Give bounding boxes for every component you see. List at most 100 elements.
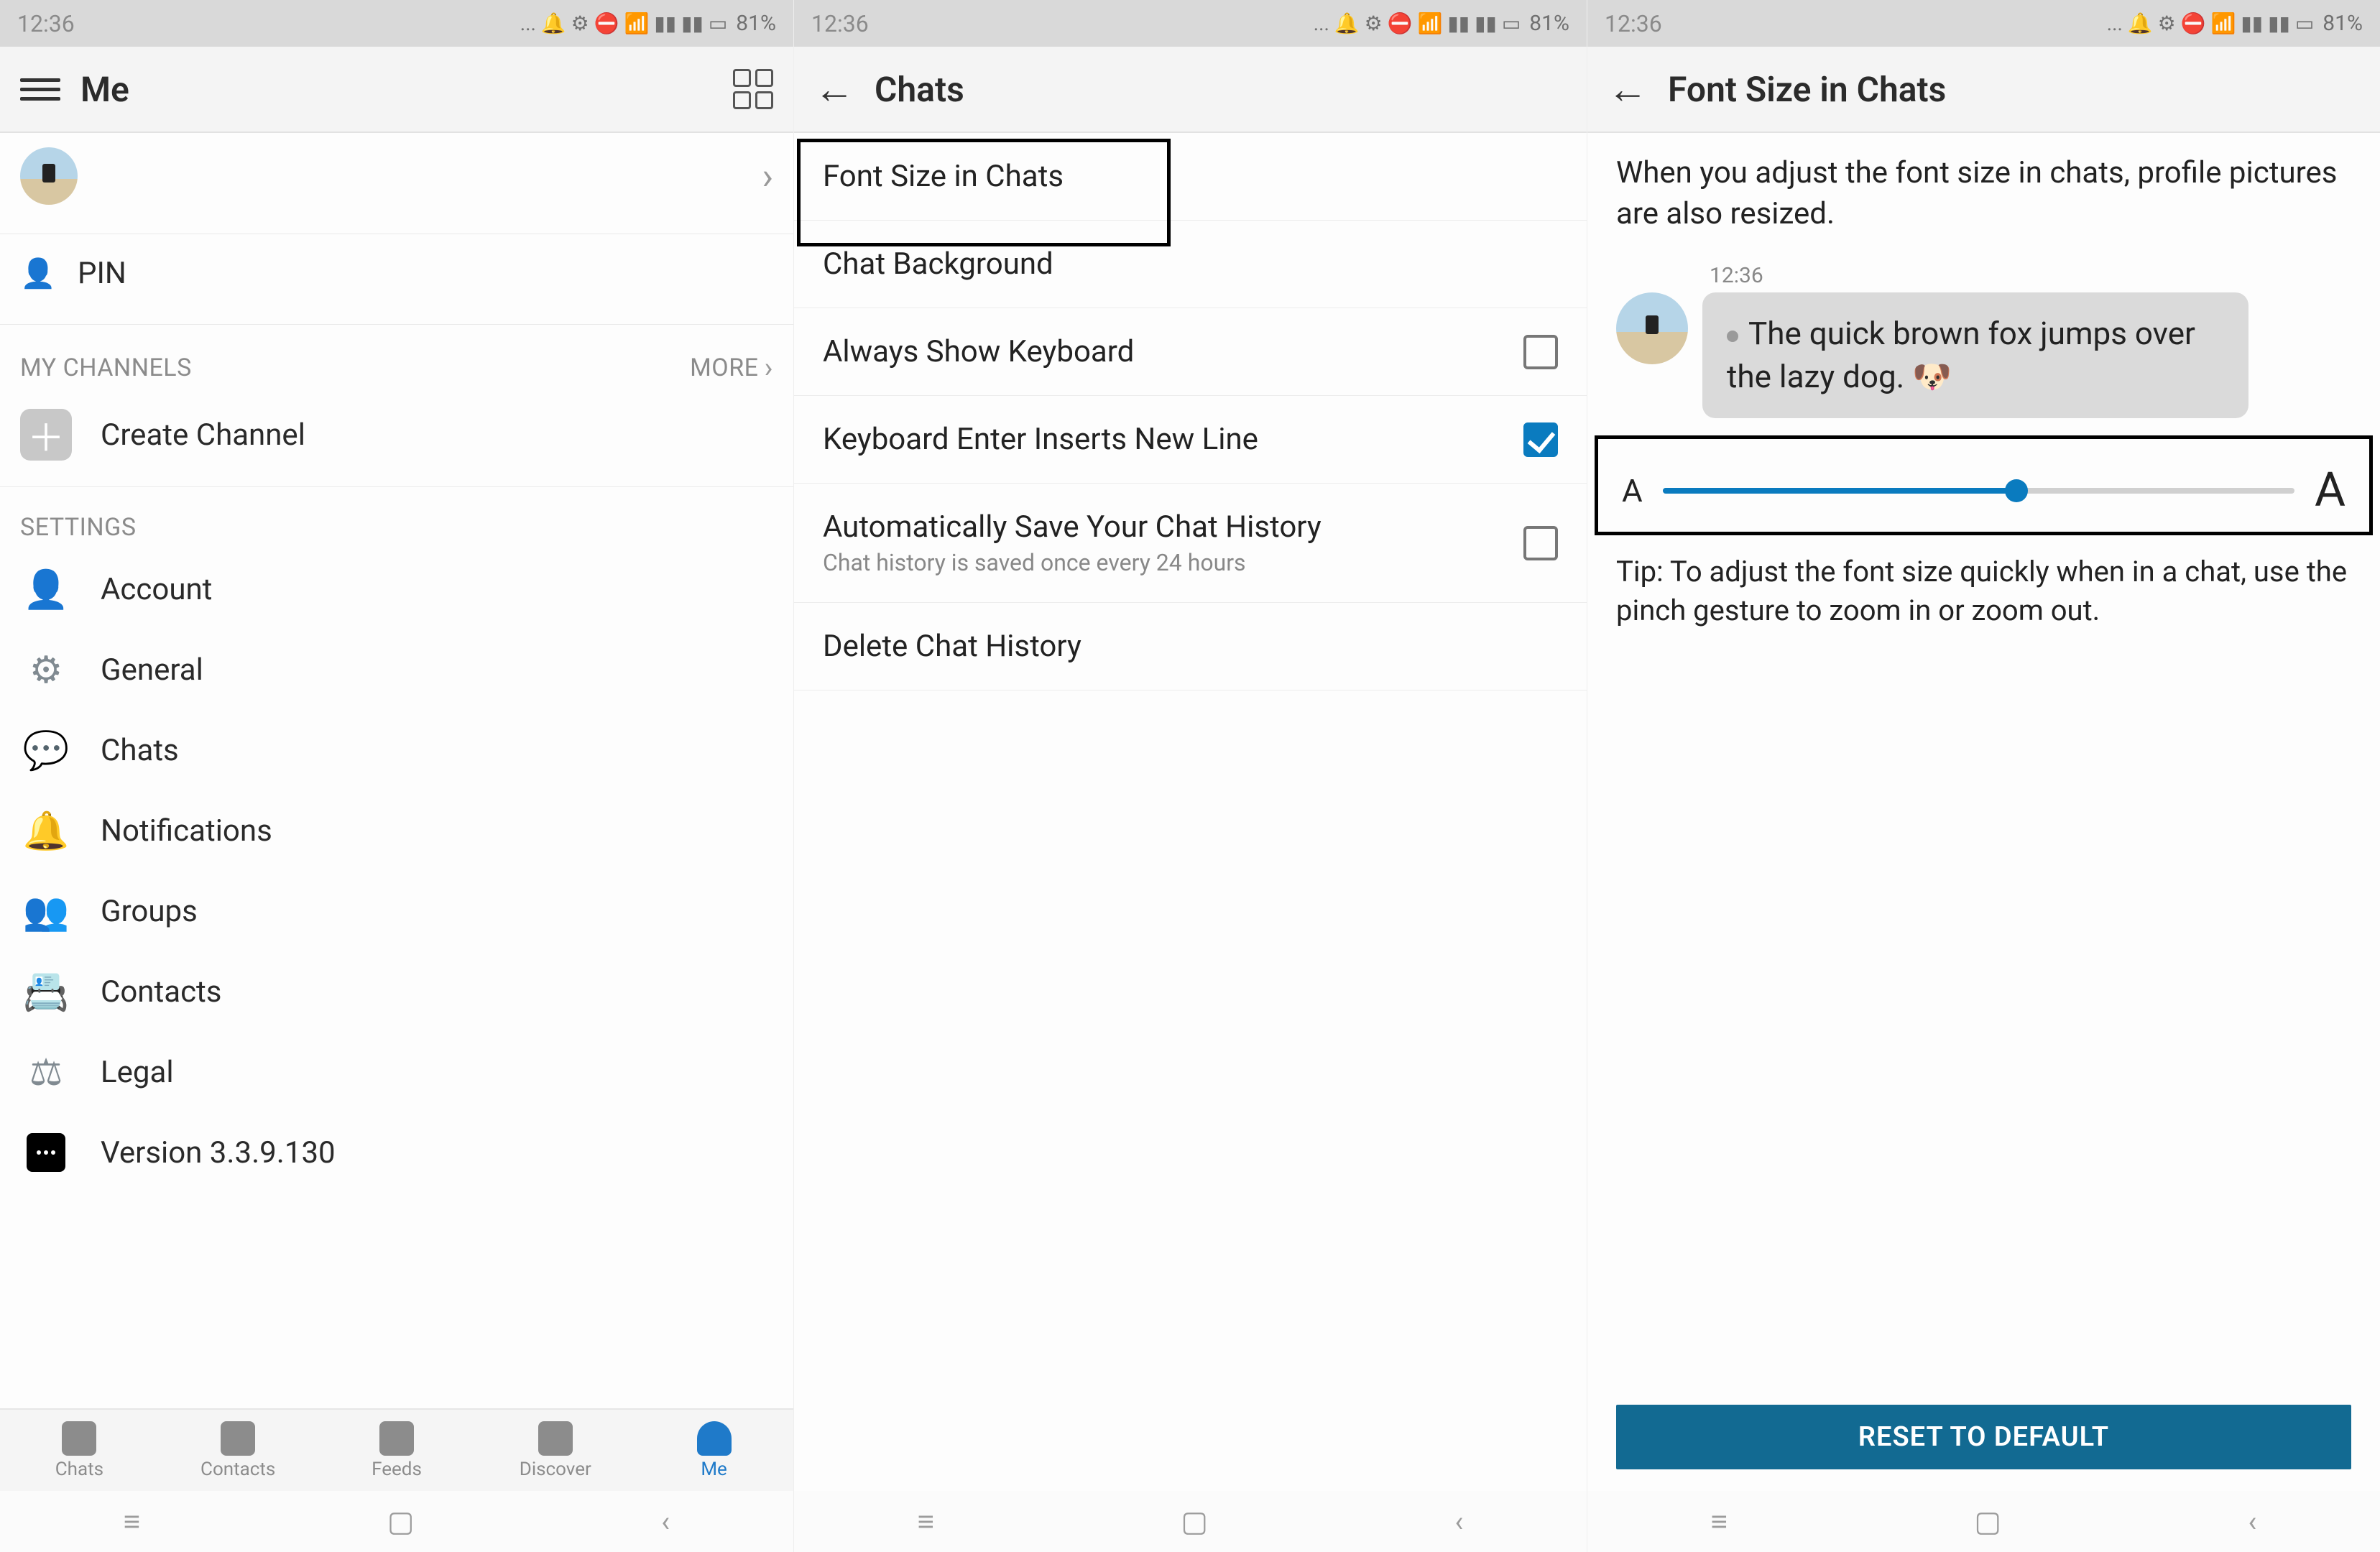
discover-icon — [538, 1421, 573, 1456]
menu-icon[interactable] — [20, 78, 60, 101]
contacts-icon — [221, 1421, 255, 1456]
app-bar: ← Chats — [794, 47, 1587, 133]
me-body: › 👤 PIN MY CHANNELS MORE › ＋ Create Chan… — [0, 133, 793, 1408]
nav-recent-icon[interactable]: ≡ — [918, 1505, 934, 1538]
nav-back-icon[interactable]: ‹ — [1454, 1505, 1463, 1538]
checkbox[interactable] — [1523, 422, 1558, 457]
chevron-right-icon: › — [764, 351, 773, 384]
tab-discover[interactable]: Discover — [476, 1410, 635, 1491]
settings-groups[interactable]: 👥Groups — [0, 871, 793, 951]
font-size-slider[interactable]: A A — [1602, 450, 2366, 531]
tab-chats[interactable]: Chats — [0, 1410, 159, 1491]
pin-row[interactable]: 👤 PIN — [0, 234, 793, 325]
chevron-right-icon: › — [762, 154, 773, 198]
checkbox[interactable] — [1523, 526, 1558, 560]
gear-icon: ⚙ — [20, 647, 72, 693]
screen-chats-settings: 12:36 ... 🔔 ⚙ ⛔ 📶 ▮▮ ▮▮ ▭ 81% ← Chats Fo… — [793, 0, 1587, 1552]
settings-notifications[interactable]: 🔔Notifications — [0, 790, 793, 871]
create-channel-row[interactable]: ＋ Create Channel — [0, 392, 793, 487]
status-time: 12:36 — [811, 10, 869, 37]
slider-thumb[interactable] — [2005, 479, 2028, 502]
preview-time: 12:36 — [1710, 263, 2351, 288]
status-time: 12:36 — [1605, 10, 1662, 37]
chat-preview: 12:36 The quick brown fox jumps over the… — [1587, 254, 2380, 435]
bbm-icon — [20, 1130, 72, 1175]
back-icon[interactable]: ← — [1608, 69, 1648, 109]
back-icon[interactable]: ← — [814, 69, 854, 109]
settings-chats[interactable]: 💬Chats — [0, 710, 793, 790]
settings-general[interactable]: ⚙General — [0, 629, 793, 710]
settings-list: 👤Account ⚙General 💬Chats 🔔Notifications … — [0, 549, 793, 1193]
page-title: Chats — [875, 69, 964, 110]
settings-version[interactable]: Version 3.3.9.130 — [0, 1112, 793, 1193]
settings-account[interactable]: 👤Account — [0, 549, 793, 629]
nav-recent-icon[interactable]: ≡ — [124, 1505, 140, 1538]
feeds-icon — [379, 1421, 414, 1456]
legal-icon: ⚖ — [20, 1049, 72, 1095]
chats-icon — [62, 1421, 96, 1456]
row-always-show-keyboard[interactable]: Always Show Keyboard — [794, 308, 1587, 396]
profile-row[interactable]: › — [0, 133, 793, 234]
screen-font-size: 12:36 ... 🔔 ⚙ ⛔ 📶 ▮▮ ▮▮ ▭ 81% ← Font Siz… — [1587, 0, 2380, 1552]
nav-home-icon[interactable]: ▢ — [387, 1505, 415, 1538]
nav-recent-icon[interactable]: ≡ — [1711, 1505, 1728, 1538]
settings-contacts[interactable]: 📇Contacts — [0, 951, 793, 1032]
status-time: 12:36 — [17, 10, 75, 37]
app-bar: Me — [0, 47, 793, 133]
status-bar: 12:36 ... 🔔 ⚙ ⛔ 📶 ▮▮ ▮▮ ▭ 81% — [794, 0, 1587, 47]
qr-icon[interactable] — [733, 69, 773, 109]
person-icon: 👤 — [20, 257, 49, 290]
system-nav: ≡ ▢ ‹ — [1587, 1491, 2380, 1552]
slider-fill — [1663, 488, 2016, 494]
row-font-size[interactable]: Font Size in Chats — [794, 133, 1587, 221]
me-icon — [697, 1421, 732, 1456]
row-delete-history[interactable]: Delete Chat History — [794, 603, 1587, 690]
bottom-nav: Chats Contacts Feeds Discover Me — [0, 1408, 793, 1491]
status-bar: 12:36 ... 🔔 ⚙ ⛔ 📶 ▮▮ ▮▮ ▭ 81% — [1587, 0, 2380, 47]
description: When you adjust the font size in chats, … — [1587, 133, 2380, 254]
chat-icon: 💬 — [20, 727, 72, 773]
screen-me: 12:36 ... 🔔 ⚙ ⛔ 📶 ▮▮ ▮▮ ▭ 81% Me › 👤 PIN… — [0, 0, 793, 1552]
reset-button[interactable]: RESET TO DEFAULT — [1616, 1405, 2351, 1469]
bell-icon: 🔔 — [20, 808, 72, 854]
channels-more[interactable]: MORE › — [690, 351, 773, 384]
slider-track[interactable] — [1663, 488, 2294, 494]
groups-icon: 👥 — [20, 888, 72, 934]
status-dot-icon — [1727, 331, 1738, 342]
checkbox[interactable] — [1523, 335, 1558, 369]
tip-text: Tip: To adjust the font size quickly whe… — [1587, 531, 2380, 652]
row-chat-background[interactable]: Chat Background — [794, 221, 1587, 308]
nav-home-icon[interactable]: ▢ — [1181, 1505, 1208, 1538]
small-a-icon: A — [1622, 472, 1643, 509]
plus-icon: ＋ — [20, 409, 72, 461]
nav-back-icon[interactable]: ‹ — [2248, 1505, 2256, 1538]
status-icons: ... 🔔 ⚙ ⛔ 📶 ▮▮ ▮▮ ▭ 81% — [520, 11, 776, 36]
status-icons: ... 🔔 ⚙ ⛔ 📶 ▮▮ ▮▮ ▭ 81% — [1314, 11, 1569, 36]
system-nav: ≡ ▢ ‹ — [794, 1491, 1587, 1552]
avatar — [20, 147, 78, 205]
contacts-icon: 📇 — [20, 969, 72, 1015]
nav-back-icon[interactable]: ‹ — [661, 1505, 670, 1538]
account-icon: 👤 — [20, 566, 72, 612]
pin-label: PIN — [78, 256, 126, 291]
tab-contacts[interactable]: Contacts — [159, 1410, 318, 1491]
row-enter-new-line[interactable]: Keyboard Enter Inserts New Line — [794, 396, 1587, 484]
system-nav: ≡ ▢ ‹ — [0, 1491, 793, 1552]
font-size-body: When you adjust the font size in chats, … — [1587, 133, 2380, 1491]
tab-me[interactable]: Me — [635, 1410, 793, 1491]
page-title: Me — [80, 69, 129, 110]
channels-header: MY CHANNELS MORE › — [0, 325, 793, 392]
preview-bubble: The quick brown fox jumps over the lazy … — [1702, 292, 2248, 418]
settings-header: SETTINGS — [0, 487, 793, 549]
preview-avatar — [1616, 292, 1688, 364]
chats-settings-list: Font Size in Chats Chat Background Alway… — [794, 133, 1587, 1491]
big-a-icon: A — [2315, 463, 2346, 518]
nav-home-icon[interactable]: ▢ — [1974, 1505, 2001, 1538]
page-title: Font Size in Chats — [1668, 69, 1946, 110]
row-auto-save-history[interactable]: Automatically Save Your Chat History Cha… — [794, 484, 1587, 603]
tab-feeds[interactable]: Feeds — [318, 1410, 476, 1491]
status-bar: 12:36 ... 🔔 ⚙ ⛔ 📶 ▮▮ ▮▮ ▭ 81% — [0, 0, 793, 47]
status-icons: ... 🔔 ⚙ ⛔ 📶 ▮▮ ▮▮ ▭ 81% — [2107, 11, 2363, 36]
app-bar: ← Font Size in Chats — [1587, 47, 2380, 133]
settings-legal[interactable]: ⚖Legal — [0, 1032, 793, 1112]
